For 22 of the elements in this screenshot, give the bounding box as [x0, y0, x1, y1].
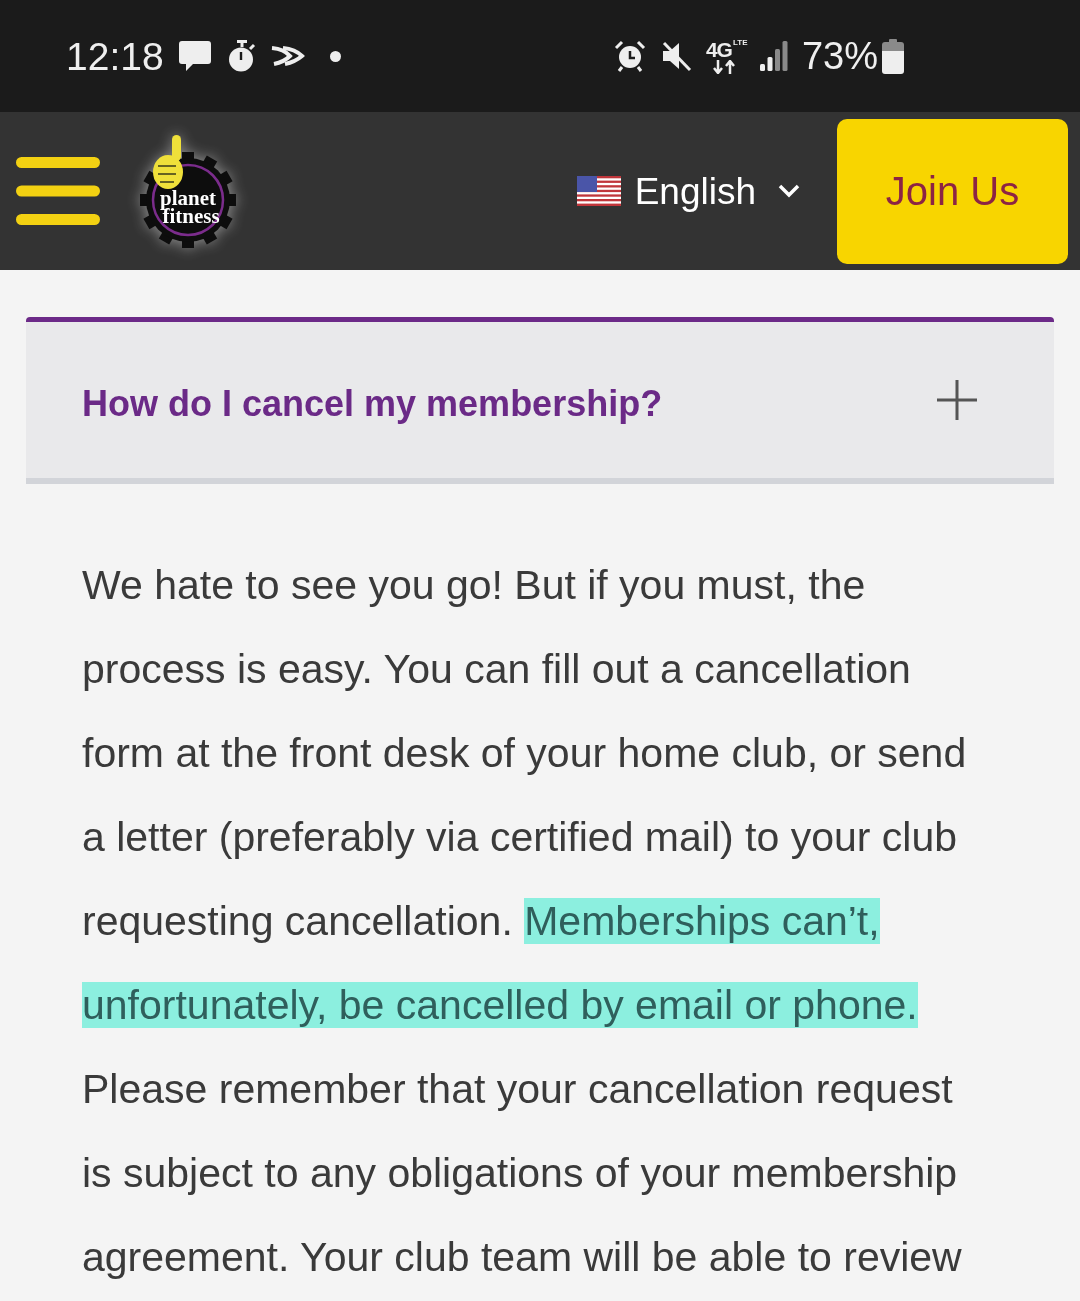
menu-icon — [16, 157, 100, 225]
faq-question: How do I cancel my membership? — [82, 386, 663, 422]
flag-icon — [576, 176, 621, 206]
battery-icon — [882, 38, 904, 74]
language-selector[interactable]: English — [576, 172, 800, 210]
answer-paragraph: We hate to see you go! But if you must, the process is easy. You can fill out a cancellation form at the front desk of your home club, or send a letter (preferably via certified mail) to your club requesting cancellation. Memberships can’t, unfortunately, be cancelled by email or phone. Please remember that your cancellation request is subject to any obligations of your membership agreement. Your club team will be able to review — [82, 561, 968, 1282]
stopwatch-icon — [227, 40, 256, 72]
network-subtype-label: LTE — [732, 38, 748, 47]
message-icon — [177, 40, 212, 72]
network-type-label: 4G — [705, 38, 732, 60]
data-arrows-icon — [711, 59, 736, 74]
plus-icon[interactable] — [936, 379, 978, 421]
signal-icon — [759, 41, 788, 71]
chevron-down-icon — [778, 184, 800, 198]
join-us-button[interactable]: Join Us — [837, 118, 1068, 264]
alarm-clock-icon — [613, 40, 646, 72]
double-chevron-icon — [269, 45, 306, 67]
clock-time: 12:18 — [66, 36, 164, 76]
faq-accordion-header[interactable]: How do I cancel my membership? — [26, 317, 1054, 484]
notification-dot-icon — [329, 50, 341, 62]
battery-percentage: 73% — [801, 37, 878, 75]
menu-button[interactable] — [16, 157, 100, 225]
